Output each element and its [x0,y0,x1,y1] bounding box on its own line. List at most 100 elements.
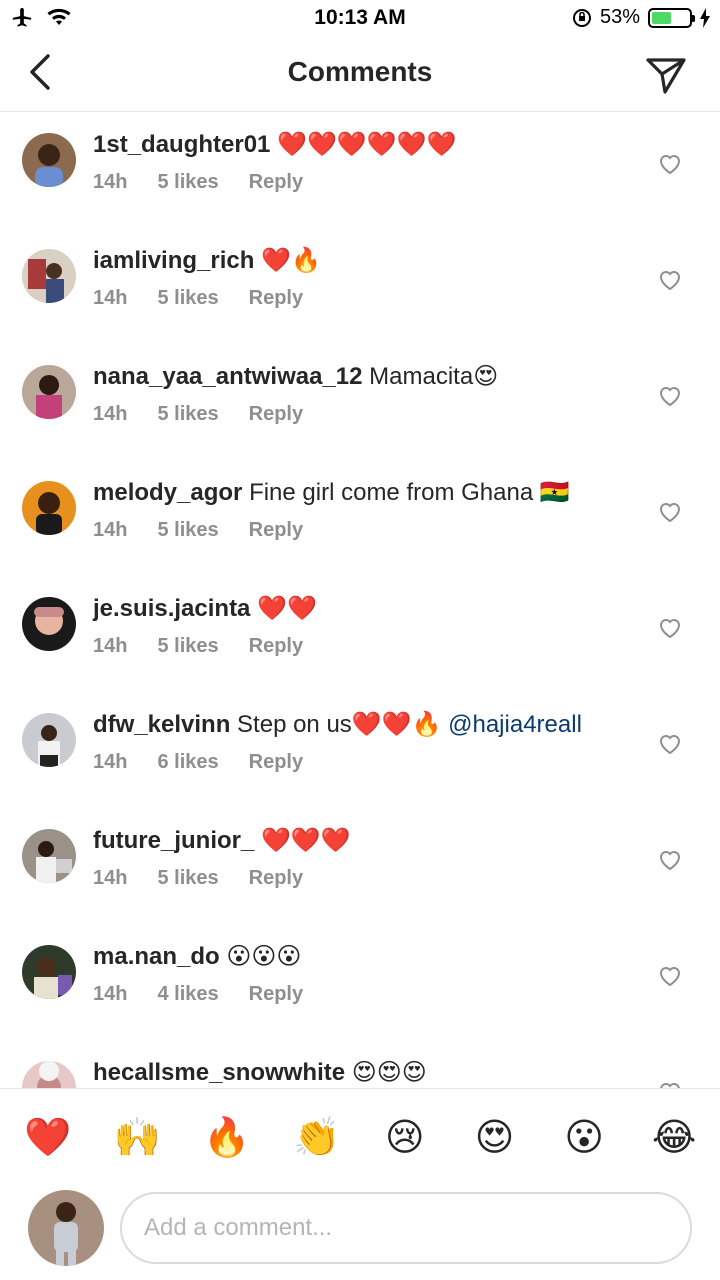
comments-list[interactable]: 1st_daughter01 ❤️❤️❤️❤️❤️❤️ 14h 5 likes Re… [0,113,720,1088]
comment-meta: 14h 4 likes Reply [93,983,630,1006]
like-comment-button[interactable] [658,617,682,639]
comment-time: 14h [93,403,128,425]
comment-row: 1st_daughter01 ❤️❤️❤️❤️❤️❤️ 14h 5 likes Re… [0,113,720,229]
comment-body: melody_agor Fine girl come from Ghana 🇬🇭… [93,477,630,542]
reply-button[interactable]: Reply [249,751,303,774]
page-title: Comments [287,56,433,87]
comment-text-line: iamliving_rich ❤️🔥 [93,245,630,277]
comment-likes[interactable]: 5 likes [157,867,218,890]
comment-username[interactable]: ma.nan_do [93,943,220,970]
like-comment-button[interactable] [658,849,682,871]
heart-outline-icon [659,271,681,291]
heart-outline-icon [659,851,681,871]
comment-text-line: melody_agor Fine girl come from Ghana 🇬🇭 [93,477,630,509]
comment-row: hecallsme_snowwhite 😍😍😍 [0,1041,720,1088]
comment-username[interactable]: dfw_kelvinn [93,711,230,738]
share-button[interactable] [644,52,688,96]
comment-text-line: 1st_daughter01 ❤️❤️❤️❤️❤️❤️ [93,129,630,161]
reply-button[interactable]: Reply [249,287,303,310]
quick-reactions-bar: ❤️ 🙌 🔥 👏 😢 😍 😮 😂 [0,1088,720,1186]
comment-likes[interactable]: 5 likes [157,519,218,542]
avatar[interactable] [22,249,76,303]
reply-button[interactable]: Reply [249,519,303,542]
battery-fill [652,11,672,24]
comment-body: dfw_kelvinn Step on us❤️❤️🔥 @hajia4reall… [93,709,630,774]
comment-meta: 14h 5 likes Reply [93,403,630,426]
comment-likes[interactable]: 4 likes [157,983,218,1006]
like-comment-button[interactable] [658,733,682,755]
comment-likes[interactable]: 5 likes [157,635,218,658]
comment-mention[interactable]: @hajia4reall [448,711,582,738]
comment-username[interactable]: 1st_daughter01 [93,131,270,158]
current-user-avatar [28,1190,104,1266]
comment-row: melody_agor Fine girl come from Ghana 🇬🇭… [0,461,720,577]
heart-outline-icon [659,619,681,639]
comment-likes[interactable]: 6 likes [157,751,218,774]
reaction-fire[interactable]: 🔥 [203,1116,250,1160]
like-comment-button[interactable] [658,269,682,291]
comment-time: 14h [93,867,128,889]
paper-plane-icon [646,58,686,94]
reply-button[interactable]: Reply [249,635,303,658]
reaction-laughing[interactable]: 😂 [652,1116,696,1160]
comment-row: je.suis.jacinta ❤️❤️ 14h 5 likes Reply [0,577,720,693]
reaction-raised-hands[interactable]: 🙌 [114,1116,161,1160]
like-comment-button[interactable] [658,965,682,987]
comment-likes[interactable]: 5 likes [157,171,218,194]
comment-username[interactable]: hecallsme_snowwhite [93,1059,345,1086]
reaction-heart-eyes[interactable]: 😍 [473,1116,517,1160]
heart-outline-icon [659,155,681,175]
heart-outline-icon [659,735,681,755]
comment-text-line: dfw_kelvinn Step on us❤️❤️🔥 @hajia4reall [93,709,630,741]
reaction-surprised[interactable]: 😮 [562,1116,606,1160]
like-comment-button[interactable] [658,385,682,407]
reaction-heart[interactable]: ❤️ [24,1116,71,1160]
avatar[interactable] [22,133,76,187]
comment-username[interactable]: iamliving_rich [93,247,254,274]
comment-text: ❤️❤️❤️❤️❤️❤️ [277,131,457,158]
avatar[interactable] [22,365,76,419]
comment-text: 😍😍😍 [351,1059,427,1086]
comment-time: 14h [93,519,128,541]
comment-time: 14h [93,635,128,657]
comment-body: future_junior_ ❤️❤️❤️ 14h 5 likes Reply [93,825,630,890]
battery-percent: 53% [599,6,640,28]
comment-composer [0,1186,720,1280]
avatar[interactable] [22,597,76,651]
reaction-crying[interactable]: 😢 [383,1116,427,1160]
comment-text-line: nana_yaa_antwiwaa_12 Mamacita😍 [93,361,630,393]
comment-meta: 14h 6 likes Reply [93,751,630,774]
heart-outline-icon [659,967,681,987]
like-comment-button[interactable] [658,501,682,523]
comment-text: ❤️❤️ [257,595,317,622]
reaction-clapping[interactable]: 👏 [293,1116,340,1160]
comment-body: hecallsme_snowwhite 😍😍😍 [93,1057,630,1088]
heart-outline-icon [659,503,681,523]
comment-text-line: hecallsme_snowwhite 😍😍😍 [93,1057,630,1088]
comment-username[interactable]: nana_yaa_antwiwaa_12 [93,363,363,390]
comment-text-line: future_junior_ ❤️❤️❤️ [93,825,630,857]
comment-username[interactable]: je.suis.jacinta [93,595,250,622]
avatar[interactable] [22,1061,76,1088]
heart-outline-icon [659,387,681,407]
comment-username[interactable]: future_junior_ [93,827,254,854]
avatar[interactable] [22,481,76,535]
battery-icon [648,7,695,28]
comment-likes[interactable]: 5 likes [157,403,218,426]
reply-button[interactable]: Reply [249,171,303,194]
avatar[interactable] [22,829,76,883]
reply-button[interactable]: Reply [249,867,303,890]
reply-button[interactable]: Reply [249,983,303,1006]
avatar[interactable] [22,713,76,767]
comment-text: ❤️❤️❤️ [261,827,351,854]
like-comment-button[interactable] [658,153,682,175]
comment-text: Fine girl come from Ghana 🇬🇭 [249,479,570,506]
like-comment-button[interactable] [658,1081,682,1088]
comment-username[interactable]: melody_agor [93,479,242,506]
reply-button[interactable]: Reply [249,403,303,426]
comment-body: ma.nan_do 😮😮😮 14h 4 likes Reply [93,941,630,1006]
comment-likes[interactable]: 5 likes [157,287,218,310]
avatar[interactable] [22,945,76,999]
comment-row: iamliving_rich ❤️🔥 14h 5 likes Reply [0,229,720,345]
comment-input[interactable] [120,1192,692,1264]
